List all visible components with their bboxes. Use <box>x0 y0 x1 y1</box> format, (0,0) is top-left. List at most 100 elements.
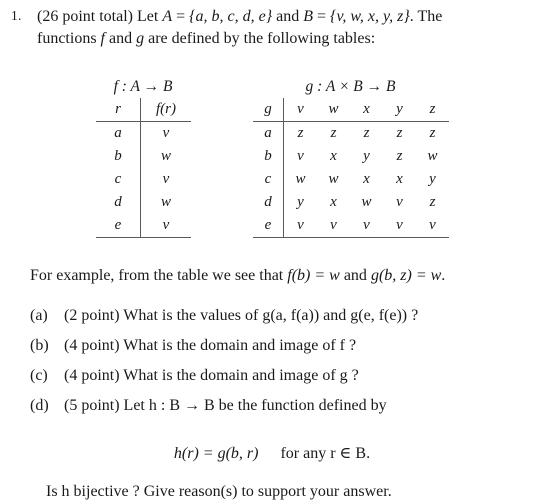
f-row-key-b: b <box>96 145 141 168</box>
g-cell-e-x: v <box>363 217 370 233</box>
f-table-caption: f : A → B <box>113 78 173 95</box>
displayed-equation: h(r) = g(b, r) for any r ∈ B. <box>0 443 544 465</box>
question-item-c: (c) (4 point) What is the domain and ima… <box>30 365 530 395</box>
g-cell-b-v: v <box>297 148 304 164</box>
closing-question: Is h bijective ? Give reason(s) to suppo… <box>46 483 392 500</box>
problem-line1-post: . The <box>409 8 443 25</box>
g-cell-b-w: x <box>330 148 337 164</box>
table-row: c v <box>96 168 191 191</box>
g-cell-a-v: z <box>297 125 304 141</box>
equation-formula: h(r) = g(b, r) <box>173 445 259 462</box>
g-col-header-v: v <box>297 100 304 117</box>
g-cell-e-v: v <box>297 217 304 233</box>
g-cell-d-z: z <box>429 194 436 210</box>
equation-condition: for any r ∈ B. <box>280 445 371 462</box>
set-A-elements: {a, b, c, d, e} <box>189 8 273 25</box>
table-row: a v <box>96 121 191 145</box>
f-row-key-d: d <box>96 191 141 214</box>
g-row-header-a: a <box>253 121 284 145</box>
g-cell-d-v: y <box>297 194 304 210</box>
problem-line2-mid: and <box>105 30 137 47</box>
question-item-d: (d) (5 point) Let h : B → B be the funct… <box>30 395 530 425</box>
table-row: d w <box>96 191 191 214</box>
g-cell-a-x: z <box>363 125 370 141</box>
g-col-header-x: x <box>363 100 370 117</box>
f-table: r f(r) a v b w c v d w e v <box>96 98 191 238</box>
question-label-c: (c) <box>30 367 48 384</box>
question-text-b: (4 point) What is the domain and image o… <box>64 337 357 354</box>
equals-2: = <box>313 8 331 25</box>
g-cell-b-y: z <box>396 148 403 164</box>
f-row-key-c: c <box>96 168 141 191</box>
exam-question-page: 1. (26 point total) Let A = {a, b, c, d,… <box>0 0 544 503</box>
g-row-header-e: e <box>253 214 284 238</box>
g-cell-e-w: v <box>330 217 337 233</box>
question-label-d: (d) <box>30 397 49 414</box>
table-row: e v v v v v <box>253 214 449 238</box>
g-cell-a-y: z <box>396 125 403 141</box>
question-text-d: (5 point) Let h : B → B be the function … <box>64 397 387 414</box>
g-row-header-b: b <box>253 145 284 168</box>
g-col-header-y: y <box>396 100 403 117</box>
table-row: b w <box>96 145 191 168</box>
problem-number: 1. <box>11 8 22 23</box>
g-table: g v w x y z a z z z z z b v x y z w c w … <box>253 98 449 238</box>
table-row: e v <box>96 214 191 238</box>
g-table-header-row: g v w x y z <box>253 98 449 122</box>
example-expression-gbz: g(b, z) = w <box>370 267 442 284</box>
problem-line1-pre: (26 point total) Let <box>37 8 163 25</box>
g-cell-b-x: y <box>363 148 370 164</box>
g-cell-b-z: w <box>427 148 438 164</box>
f-row-value-a: v <box>162 125 170 141</box>
g-cell-e-z: v <box>429 217 436 233</box>
g-col-header-z: z <box>429 100 436 117</box>
f-header-fr: f(r) <box>156 100 176 117</box>
g-cell-e-y: v <box>396 217 403 233</box>
table-row: d y x w v z <box>253 191 449 214</box>
g-cell-a-w: z <box>330 125 337 141</box>
question-label-b: (b) <box>30 337 49 354</box>
problem-line1-mid: and <box>272 8 304 25</box>
table-row: a z z z z z <box>253 121 449 145</box>
f-row-value-b: w <box>160 148 171 164</box>
question-text-a: (2 point) What is the values of g(a, f(a… <box>64 307 419 324</box>
question-item-b: (b) (4 point) What is the domain and ima… <box>30 335 530 365</box>
problem-statement: 1. (26 point total) Let A = {a, b, c, d,… <box>11 6 533 50</box>
g-cell-c-y: x <box>396 171 403 187</box>
problem-line2-pre: functions <box>37 30 101 47</box>
g-cell-c-z: y <box>429 171 436 187</box>
question-item-a: (a) (2 point) What is the values of g(a,… <box>30 305 530 335</box>
g-cell-c-x: x <box>363 171 370 187</box>
table-row: c w w x x y <box>253 168 449 191</box>
problem-line2: functions f and g are defined by the fol… <box>37 28 533 50</box>
function-tables-region: f : A → B r f(r) a v b w c v d w e v g:… <box>0 78 544 243</box>
example-period: . <box>441 267 446 284</box>
g-table-caption: g : A × B → B <box>305 78 396 95</box>
problem-line2-post: are defined by the following tables: <box>144 30 376 47</box>
question-list: (a) (2 point) What is the values of g(a,… <box>30 305 530 425</box>
g-cell-c-v: w <box>295 171 306 187</box>
equals-1: = <box>172 8 190 25</box>
example-conjunction: and <box>339 267 371 284</box>
g-cell-d-w: x <box>330 194 337 210</box>
function-g-symbol: g <box>136 30 145 47</box>
example-expression-fb: f(b) = w <box>287 267 340 284</box>
example-prefix: For example, from the table we see that <box>30 267 288 284</box>
g-col-header-w: w <box>328 100 339 117</box>
g-cell-d-x: w <box>361 194 372 210</box>
f-row-value-e: v <box>162 217 170 233</box>
table-row: b v x y z w <box>253 145 449 168</box>
g-cell-a-z: z <box>429 125 436 141</box>
f-table-header-row: r f(r) <box>96 98 191 122</box>
f-row-value-c: v <box>162 171 170 187</box>
variable-B: B <box>303 8 314 25</box>
question-text-c: (4 point) What is the domain and image o… <box>64 367 359 384</box>
set-B-elements: {v, w, x, y, z} <box>330 8 410 25</box>
f-row-value-d: w <box>160 194 171 210</box>
g-row-header-d: d <box>253 191 284 214</box>
f-row-key-e: e <box>96 214 141 238</box>
g-row-header-c: c <box>253 168 284 191</box>
f-row-key-a: a <box>96 121 141 145</box>
problem-text: (26 point total) Let A = {a, b, c, d, e}… <box>37 6 533 50</box>
example-sentence: For example, from the table we see that … <box>30 265 445 287</box>
